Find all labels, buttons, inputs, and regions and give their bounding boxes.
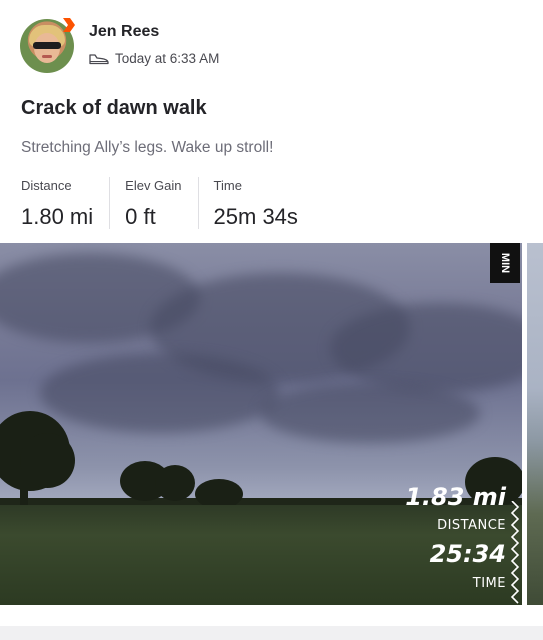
stat-elev-gain: Elev Gain 0 ft	[109, 177, 197, 229]
activity-photo[interactable]: MIN 1.83 mi DISTANCE 25:34 TIME	[0, 243, 522, 605]
activity-timestamp: Today at 6:33 AM	[115, 51, 220, 66]
stat-time: Time 25m 34s	[197, 177, 314, 229]
athlete-name[interactable]: Jen Rees	[89, 23, 159, 41]
activity-card: Jen Rees Today at 6:33 AM Crack of dawn …	[0, 0, 543, 626]
athlete-avatar[interactable]	[20, 18, 75, 73]
overlay-distance-value: 1.83 mi	[405, 483, 506, 511]
stat-value: 0 ft	[125, 204, 156, 229]
stat-label: Distance	[21, 178, 72, 193]
subscriber-badge-icon	[63, 18, 75, 32]
overlay-time-value: 25:34	[429, 540, 506, 568]
zigzag-decoration-icon	[510, 501, 520, 604]
stat-value: 1.80 mi	[21, 204, 94, 229]
stat-value: 25m 34s	[213, 204, 298, 229]
stat-label: Time	[213, 178, 242, 193]
card-separator	[0, 626, 543, 640]
activity-meta: Today at 6:33 AM	[89, 51, 219, 66]
stat-label: Elev Gain	[125, 178, 182, 193]
activity-description: Stretching Ally’s legs. Wake up stroll!	[21, 139, 274, 156]
overlay-time-label: TIME	[472, 576, 506, 591]
shoe-icon	[89, 53, 109, 64]
stat-distance: Distance 1.80 mi	[21, 177, 109, 229]
next-photo[interactable]	[527, 243, 543, 605]
activity-title[interactable]: Crack of dawn walk	[21, 97, 207, 120]
overlay-corner-tag: MIN	[490, 243, 520, 283]
overlay-distance-label: DISTANCE	[437, 518, 506, 533]
activity-stats: Distance 1.80 mi Elev Gain 0 ft Time 25m…	[21, 177, 314, 229]
